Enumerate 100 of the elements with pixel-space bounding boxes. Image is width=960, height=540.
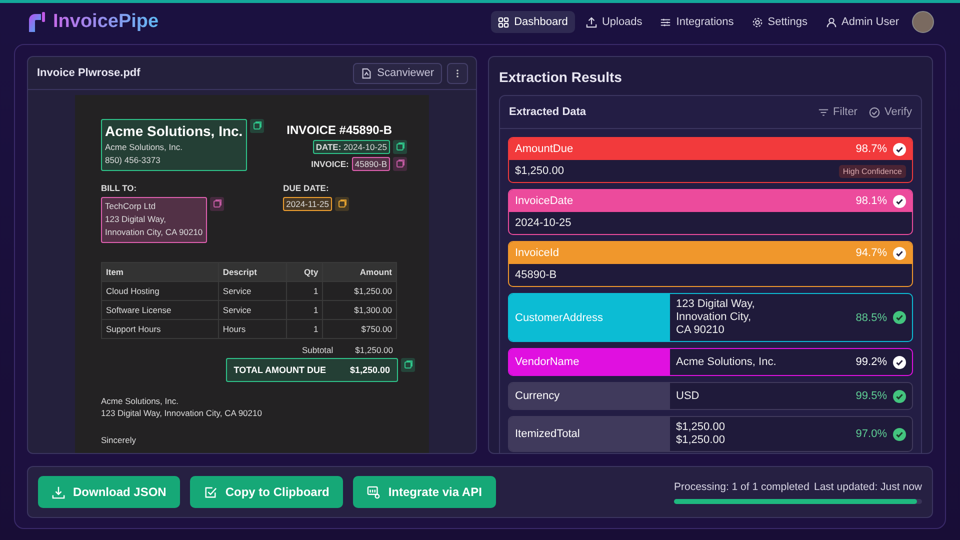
card-title: Extracted Data	[509, 106, 586, 118]
field-value: Innovation City,	[676, 311, 752, 324]
column-header: Amount	[322, 262, 396, 282]
invoice-label: INVOICE:	[311, 159, 349, 169]
confidence-value: 88.5%	[856, 312, 887, 324]
column-header: Descript	[218, 262, 286, 282]
bill-to-line: Innovation City, CA 90210	[105, 226, 203, 239]
copy-icon[interactable]	[393, 140, 407, 154]
table-cell: Support Hours	[102, 319, 218, 338]
copy-icon[interactable]	[401, 358, 415, 372]
field-name: VendorName	[515, 356, 580, 368]
upload-icon	[586, 16, 597, 28]
check-icon	[893, 390, 906, 402]
confidence-value: 97.0%	[856, 428, 887, 440]
grid-icon	[498, 16, 510, 28]
field-value: 45890-B	[515, 268, 557, 282]
footer-line: 123 Digital Way, Innovation City, CA 90210	[101, 408, 263, 420]
footer-line: Acme Solutions, Inc.	[101, 396, 180, 408]
bill-to-label: BILL TO:	[101, 183, 138, 193]
vendor-name: Acme Solutions, Inc.	[105, 123, 243, 139]
field-value: USD	[676, 390, 700, 402]
sliders-icon	[660, 16, 672, 28]
confidence-value: 94.7%	[856, 247, 887, 259]
processing-status: Processing: 1 of 1 completed	[674, 480, 810, 492]
nav-tab[interactable]: Integrations	[653, 11, 741, 33]
due-date-highlight: 2024-11-25	[283, 197, 332, 211]
table-cell: Service	[218, 300, 286, 320]
avatar[interactable]	[912, 11, 934, 33]
filter-button[interactable]: Filter	[818, 106, 858, 118]
field-value: CA 90210	[676, 324, 726, 337]
nav-tab[interactable]: Settings	[744, 11, 815, 33]
date-highlight: DATE: 2024-10-25	[312, 140, 390, 154]
column-header: Item	[102, 262, 218, 282]
table-cell: 1	[286, 319, 323, 338]
checkbox-icon	[204, 486, 218, 498]
table-cell: 1	[286, 300, 323, 320]
due-date-label: DUE DATE:	[283, 183, 330, 193]
copy-icon[interactable]	[210, 197, 224, 211]
check-icon	[893, 246, 906, 260]
field-value: $1,250.00	[515, 164, 564, 178]
copy-icon[interactable]	[393, 157, 407, 171]
table-cell: Software License	[102, 300, 218, 320]
vendor-line: 850) 456-3373	[105, 154, 162, 167]
check-icon	[893, 194, 906, 208]
nav-tab[interactable]: Dashboard	[491, 11, 575, 33]
closing-text: Sincerely	[101, 435, 137, 448]
verify-button[interactable]: Verify	[869, 106, 912, 118]
copy-icon[interactable]	[250, 119, 264, 133]
table-cell: Cloud Hosting	[102, 281, 218, 300]
check-icon	[893, 142, 906, 156]
subtotal-value: $1,250.00	[355, 344, 393, 355]
total-value: $1,250.00	[350, 364, 390, 375]
confidence-value: 98.1%	[856, 195, 887, 207]
confidence-badge: High Confidence	[838, 164, 906, 178]
field-name: InvoiceDate	[515, 195, 574, 207]
field-name: ItemizedTotal	[515, 428, 580, 440]
table-cell: 1	[286, 281, 323, 300]
field-value: Acme Solutions, Inc.	[676, 356, 778, 368]
confidence-value: 98.7%	[856, 143, 887, 155]
field-name: AmountDue	[515, 143, 574, 155]
document-icon	[361, 68, 372, 78]
pipe-logo-icon	[27, 12, 47, 32]
filter-icon	[818, 106, 830, 118]
confidence-value: 99.5%	[856, 390, 887, 402]
field-value: $1,250.00	[676, 434, 726, 447]
bill-to-line: TechCorp Ltd	[105, 201, 157, 213]
download-icon	[52, 486, 65, 498]
table-cell: $750.00	[322, 319, 396, 338]
field-value: 2024-10-25	[515, 216, 572, 230]
results-title: Extraction Results	[499, 69, 623, 85]
table-cell: Service	[218, 281, 286, 300]
total-label: TOTAL AMOUNT DUE	[234, 364, 326, 375]
settings-icon	[752, 16, 763, 28]
check-icon	[893, 428, 906, 440]
table-cell: Hours	[218, 319, 286, 338]
copy-icon[interactable]	[335, 197, 349, 211]
check-icon	[893, 356, 906, 368]
field-name: CustomerAddress	[515, 312, 604, 324]
column-header: Qty	[286, 262, 323, 282]
bill-to-line: 123 Digital Way,	[105, 214, 167, 226]
field-name: InvoiceId	[515, 247, 560, 259]
api-icon	[367, 486, 380, 498]
subtotal-label: Subtotal	[302, 344, 334, 355]
check-circle-icon	[869, 106, 880, 118]
table-cell: $1,250.00	[322, 281, 396, 300]
confidence-value: 99.2%	[856, 356, 887, 368]
last-updated: Last updated: Just now	[814, 480, 922, 492]
brand-name: InvoicePipe	[53, 11, 159, 33]
more-icon	[456, 68, 459, 78]
nav-tab[interactable]: Uploads	[578, 11, 650, 33]
field-value: 123 Digital Way,	[676, 298, 756, 311]
user-icon	[826, 16, 837, 28]
invoice-title: INVOICE #45890-B	[286, 123, 392, 137]
scanviewer-button[interactable]: Scanviewer	[353, 62, 442, 84]
user-menu[interactable]: Admin User	[818, 11, 906, 33]
check-icon	[893, 311, 906, 324]
invoice-id-highlight: 45890-B	[352, 157, 390, 171]
table-cell: $1,300.00	[322, 300, 396, 320]
more-button[interactable]	[447, 62, 468, 84]
file-name: Invoice Plwrose.pdf	[37, 67, 140, 79]
